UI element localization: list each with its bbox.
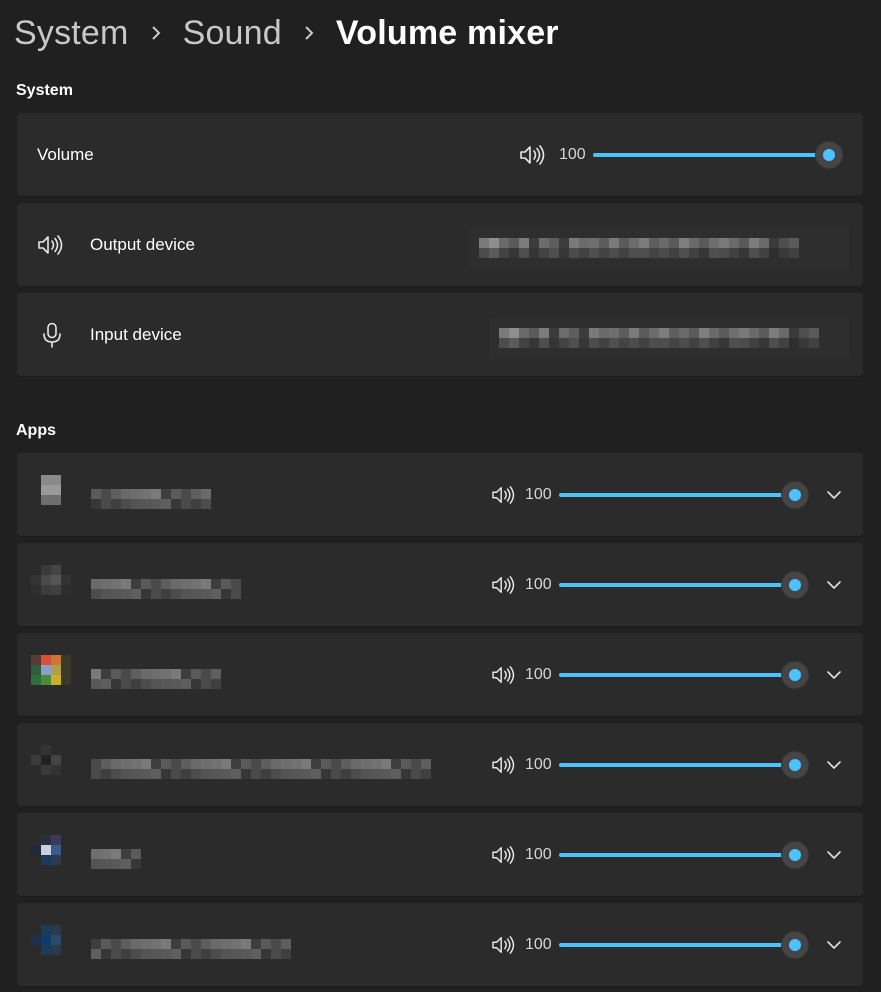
redacted-text-lower <box>479 248 799 258</box>
redacted-text <box>479 238 799 248</box>
section-title-apps: Apps <box>16 422 56 439</box>
app-icon <box>31 564 71 605</box>
chevron-down-icon <box>827 580 841 589</box>
app-volume-card-1: 100 <box>17 453 863 536</box>
app-volume-slider[interactable] <box>559 570 809 599</box>
app-volume-control: 100 <box>491 840 809 869</box>
app-volume-control: 100 <box>491 480 809 509</box>
slider-thumb[interactable] <box>815 140 843 169</box>
app-volume-value: 100 <box>525 845 552 863</box>
speaker-icon[interactable] <box>491 665 515 685</box>
chevron-right-icon <box>282 25 336 41</box>
volume-label: Volume <box>37 144 94 164</box>
slider-thumb[interactable] <box>781 840 809 869</box>
breadcrumb-sound[interactable]: Sound <box>183 14 282 53</box>
slider-fill <box>593 152 829 157</box>
system-volume-card: Volume 100 <box>17 113 863 196</box>
app-icon <box>31 654 71 695</box>
output-device-dropdown[interactable] <box>469 228 849 268</box>
system-volume-control: 100 <box>519 140 843 169</box>
section-title-system: System <box>16 82 73 99</box>
expand-button[interactable] <box>819 840 849 870</box>
input-device-label: Input device <box>90 324 182 344</box>
app-volume-value: 100 <box>525 665 552 683</box>
app-volume-slider[interactable] <box>559 480 809 509</box>
slider-thumb[interactable] <box>781 570 809 599</box>
speaker-icon[interactable] <box>491 845 515 865</box>
expand-button[interactable] <box>819 660 849 690</box>
app-volume-value: 100 <box>525 755 552 773</box>
redacted-text-lower <box>499 338 819 348</box>
slider-fill <box>559 582 795 587</box>
slider-fill <box>559 942 795 947</box>
app-volume-value: 100 <box>525 575 552 593</box>
volume-mixer-page: System Sound Volume mixer System Volume … <box>0 0 881 992</box>
microphone-icon <box>41 322 63 348</box>
app-volume-card-2: 100 <box>17 543 863 626</box>
app-volume-slider[interactable] <box>559 750 809 779</box>
speaker-icon[interactable] <box>491 485 515 505</box>
chevron-down-icon <box>827 940 841 949</box>
speaker-icon <box>37 234 65 256</box>
speaker-icon[interactable] <box>491 935 515 955</box>
input-device-card[interactable]: Input device <box>17 293 863 376</box>
app-volume-slider[interactable] <box>559 840 809 869</box>
output-device-card[interactable]: Output device <box>17 203 863 286</box>
app-volume-slider[interactable] <box>559 930 809 959</box>
app-volume-control: 100 <box>491 570 809 599</box>
slider-fill <box>559 762 795 767</box>
app-volume-slider[interactable] <box>559 660 809 689</box>
slider-thumb[interactable] <box>781 750 809 779</box>
app-volume-card-3: 100 <box>17 633 863 716</box>
slider-thumb[interactable] <box>781 930 809 959</box>
slider-thumb[interactable] <box>781 660 809 689</box>
app-icon <box>31 474 71 515</box>
chevron-down-icon <box>827 490 841 499</box>
app-volume-card-6: 100 <box>17 903 863 986</box>
slider-thumb[interactable] <box>781 480 809 509</box>
app-icon <box>31 924 71 965</box>
page-title: Volume mixer <box>335 13 559 52</box>
app-icon <box>31 834 71 875</box>
breadcrumb-system[interactable]: System <box>14 14 129 53</box>
app-volume-control: 100 <box>491 660 809 689</box>
input-device-dropdown[interactable] <box>489 318 849 358</box>
speaker-icon[interactable] <box>491 575 515 595</box>
chevron-right-icon <box>129 25 183 41</box>
expand-button[interactable] <box>819 930 849 960</box>
chevron-down-icon <box>827 670 841 679</box>
app-volume-control: 100 <box>491 930 809 959</box>
redacted-text <box>499 328 819 338</box>
app-volume-card-4: 100 <box>17 723 863 806</box>
expand-button[interactable] <box>819 480 849 510</box>
system-volume-slider[interactable] <box>593 140 843 169</box>
app-volume-control: 100 <box>491 750 809 779</box>
speaker-icon[interactable] <box>491 755 515 775</box>
chevron-down-icon <box>827 760 841 769</box>
app-icon <box>31 744 71 785</box>
app-volume-value: 100 <box>525 485 552 503</box>
slider-fill <box>559 492 795 497</box>
expand-button[interactable] <box>819 750 849 780</box>
speaker-icon[interactable] <box>519 144 545 166</box>
output-device-label: Output device <box>90 234 195 254</box>
app-volume-card-5: 100 <box>17 813 863 896</box>
app-volume-value: 100 <box>525 935 552 953</box>
slider-fill <box>559 672 795 677</box>
chevron-down-icon <box>827 850 841 859</box>
volume-value: 100 <box>559 145 586 163</box>
expand-button[interactable] <box>819 570 849 600</box>
slider-fill <box>559 852 795 857</box>
breadcrumb: System Sound Volume mixer <box>14 12 559 54</box>
